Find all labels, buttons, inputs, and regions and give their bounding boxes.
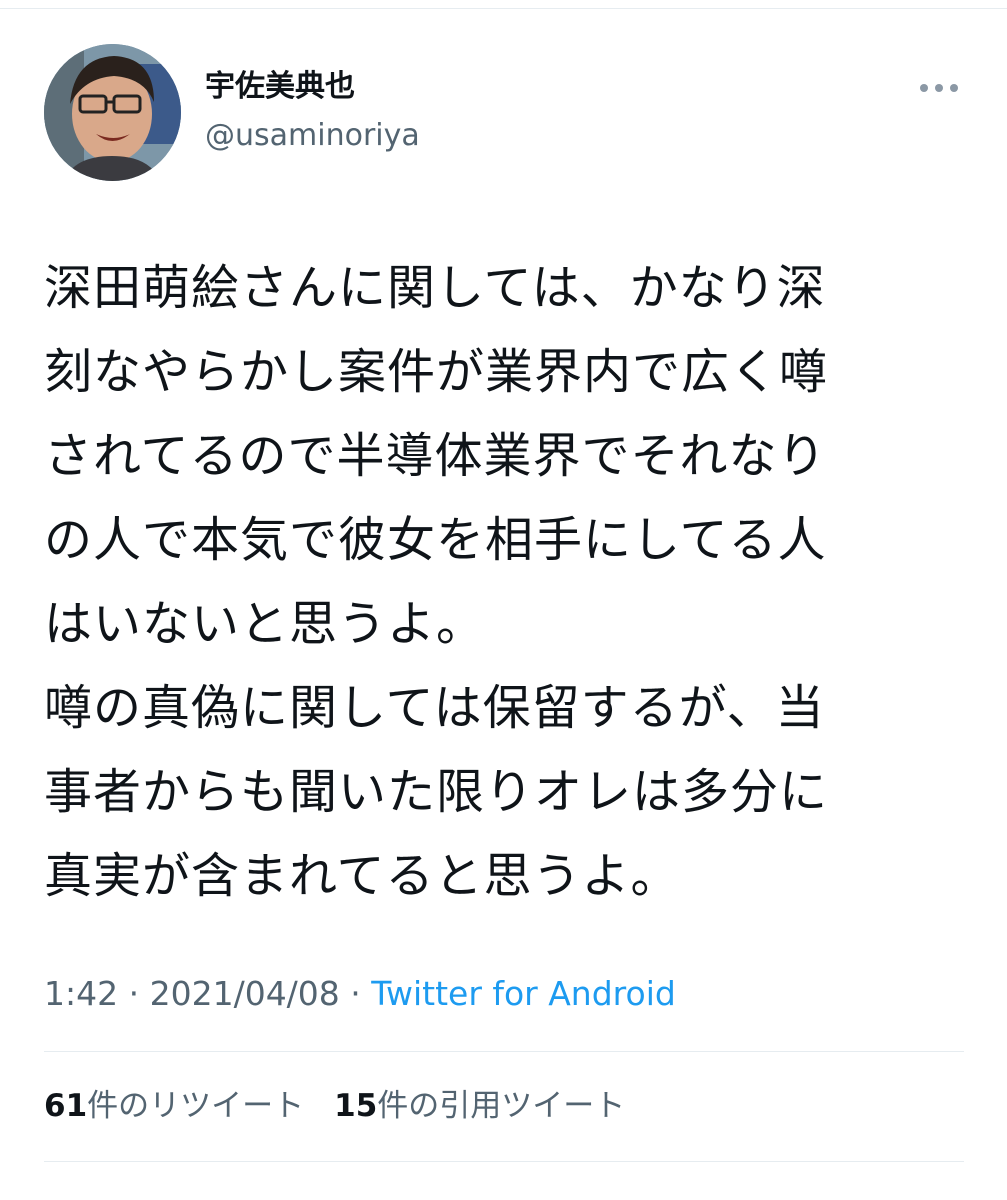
avatar[interactable] (44, 44, 181, 181)
more-button[interactable] (914, 76, 964, 100)
tweet-text-line: の人で本気で彼女を相手にしてる人 (44, 512, 827, 568)
user-handle[interactable]: @usaminoriya (205, 117, 420, 155)
divider (44, 1051, 964, 1052)
divider (44, 1161, 964, 1162)
tweet-text-line: 噂の真偽に関しては保留するが、当 (44, 680, 825, 736)
tweet-source-link[interactable]: Twitter for Android (371, 974, 676, 1013)
quotes-label: 件の引用ツイート (377, 1088, 626, 1124)
retweets-label: 件のリツイート (87, 1088, 305, 1124)
meta-separator: · (339, 974, 372, 1013)
user-avatar-photo (44, 44, 181, 181)
tweet-text-line: 事者からも聞いた限りオレは多分に (44, 764, 829, 820)
tweet-text-line: 真実が含まれてると思うよ。 (44, 848, 680, 904)
tweet-time[interactable]: 1:42 (44, 974, 118, 1013)
tweet-text-line: はいないと思うよ。 (44, 596, 486, 652)
top-divider (0, 8, 1007, 9)
tweet-date[interactable]: 2021/04/08 (150, 974, 340, 1013)
tweet-text-line: 深田萌絵さんに関しては、かなり深 (44, 260, 826, 316)
tweet-text-line: 刻なやらかし案件が業界内で広く噂 (44, 344, 829, 400)
tweet-text: 深田萌絵さんに関しては、かなり深 刻なやらかし案件が業界内で広く噂 されてるので… (44, 246, 974, 918)
meta-separator: · (118, 974, 150, 1013)
tweet-text-line: されてるので半導体業界でそれなり (44, 428, 827, 484)
retweets-stat[interactable]: 61件のリツイート (44, 1084, 304, 1128)
tweet-stats: 61件のリツイート 15件の引用ツイート (44, 1084, 625, 1128)
display-name[interactable]: 宇佐美典也 (205, 68, 355, 106)
more-dots-icon (920, 84, 958, 92)
tweet-meta: 1:42 · 2021/04/08 · Twitter for Android (44, 972, 676, 1016)
retweets-count: 61 (44, 1088, 88, 1124)
quotes-stat[interactable]: 15件の引用ツイート (334, 1084, 625, 1128)
quotes-count: 15 (334, 1088, 378, 1124)
